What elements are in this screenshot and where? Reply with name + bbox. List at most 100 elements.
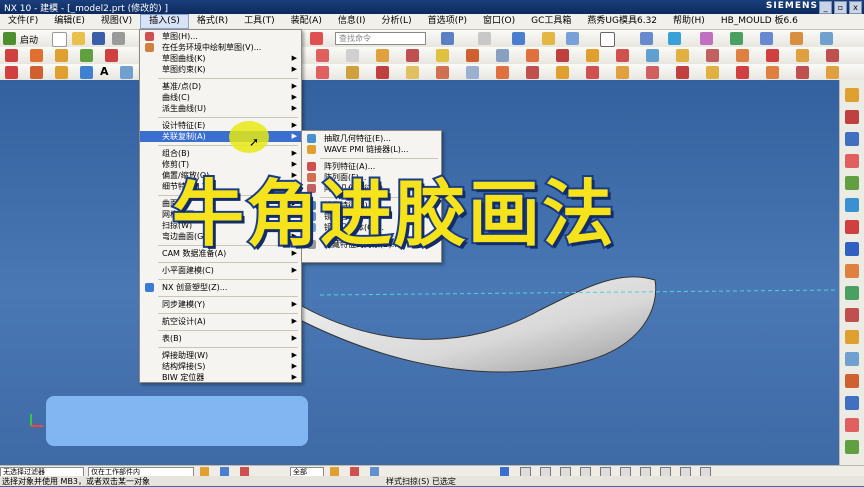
surface-icon-14[interactable]	[706, 49, 719, 62]
menu-file[interactable]: 文件(F)	[0, 14, 46, 29]
menu-item-sketch[interactable]: 草图(H)...	[140, 31, 301, 42]
resource-icon-14[interactable]	[845, 374, 859, 388]
menu-item-associative-copy[interactable]: 关联复制(A) ▶	[140, 131, 301, 142]
point-icon[interactable]	[80, 66, 93, 79]
surface-icon-17[interactable]	[796, 49, 809, 62]
filter-icon[interactable]	[200, 467, 209, 476]
offset-curve-icon[interactable]	[120, 66, 133, 79]
surface-icon-15[interactable]	[736, 49, 749, 62]
minimize-button[interactable]: _	[819, 1, 832, 14]
start-button[interactable]: 启动	[20, 33, 38, 46]
curve-icon-1[interactable]	[316, 66, 329, 79]
menu-assembly[interactable]: 装配(A)	[283, 14, 330, 29]
menu-item-design-feature[interactable]: 设计特征(E) ▶	[140, 120, 301, 131]
curve-icon-9[interactable]	[556, 66, 569, 79]
select-icon[interactable]	[220, 467, 229, 476]
menu-item-curve[interactable]: 曲线(C) ▶	[140, 92, 301, 103]
tool-icon-c[interactable]	[700, 32, 713, 45]
layer-icon[interactable]	[542, 32, 555, 45]
curve-icon-18[interactable]	[826, 66, 839, 79]
menu-help[interactable]: 帮助(H)	[665, 14, 713, 29]
surface-icon-11[interactable]	[616, 49, 629, 62]
curve-icon-14[interactable]	[706, 66, 719, 79]
snap-end-icon[interactable]	[330, 467, 339, 476]
surface-icon-5[interactable]	[436, 49, 449, 62]
tool-icon-f[interactable]	[790, 32, 803, 45]
resource-icon-6[interactable]	[845, 198, 859, 212]
surface-icon-10[interactable]	[586, 49, 599, 62]
surface-icon-8[interactable]	[526, 49, 539, 62]
snap-center-icon[interactable]	[370, 467, 379, 476]
surface-icon-1[interactable]	[316, 49, 329, 62]
resource-icon-8[interactable]	[845, 242, 859, 256]
menu-item-sketch-curve[interactable]: 草图曲线(K) ▶	[140, 53, 301, 64]
view-icon[interactable]	[441, 32, 454, 45]
resource-icon-11[interactable]	[845, 308, 859, 322]
surface-icon-2[interactable]	[346, 49, 359, 62]
resource-icon-16[interactable]	[845, 418, 859, 432]
menu-window[interactable]: 窗口(O)	[475, 14, 523, 29]
surface-icon-9[interactable]	[556, 49, 569, 62]
snap-grid-icon[interactable]	[500, 467, 509, 476]
menu-item-facet-modeling[interactable]: 小平面建模(C) ▶	[140, 265, 301, 276]
menu-insert[interactable]: 插入(S)	[140, 14, 189, 29]
resource-icon-12[interactable]	[845, 330, 859, 344]
cut-icon[interactable]	[112, 32, 125, 45]
menu-item-biw-locator[interactable]: BIW 定位器 ▶	[140, 372, 301, 383]
surface-icon-16[interactable]	[766, 49, 779, 62]
tool-icon-e[interactable]	[760, 32, 773, 45]
frame-icon[interactable]	[600, 32, 615, 47]
curve-icon-10[interactable]	[586, 66, 599, 79]
menu-yanxiu-mold[interactable]: 燕秀UG模具6.32	[579, 14, 665, 29]
resource-icon-4[interactable]	[845, 154, 859, 168]
tool-icon-a[interactable]	[640, 32, 653, 45]
curve-icon-4[interactable]	[406, 66, 419, 79]
extrude-icon[interactable]	[30, 49, 43, 62]
menu-information[interactable]: 信息(I)	[330, 14, 374, 29]
menu-item-derived-curve[interactable]: 派生曲线(U) ▶	[140, 103, 301, 114]
snap-point-icon[interactable]	[240, 467, 249, 476]
arc-icon[interactable]	[30, 66, 43, 79]
save-icon[interactable]	[92, 32, 105, 45]
curve-icon-3[interactable]	[376, 66, 389, 79]
hole-icon[interactable]	[80, 49, 93, 62]
resource-icon-5[interactable]	[845, 176, 859, 190]
curve-icon-6[interactable]	[466, 66, 479, 79]
spline-icon[interactable]	[55, 66, 68, 79]
surface-icon-18[interactable]	[826, 49, 839, 62]
menu-item-structure-weld[interactable]: 结构焊接(S) ▶	[140, 361, 301, 372]
curve-icon-2[interactable]	[346, 66, 359, 79]
menu-analysis[interactable]: 分析(L)	[374, 14, 420, 29]
surface-icon-13[interactable]	[676, 49, 689, 62]
orient-icon[interactable]	[566, 32, 579, 45]
toolbar-icon-1[interactable]	[310, 32, 323, 45]
curve-icon-17[interactable]	[796, 66, 809, 79]
menu-item-nx-realize-shape[interactable]: NX 创意塑型(Z)...	[140, 282, 301, 293]
render-icon[interactable]	[478, 32, 491, 45]
resource-icon-10[interactable]	[845, 286, 859, 300]
menu-edit[interactable]: 编辑(E)	[46, 14, 93, 29]
search-command-input[interactable]: 查找命令	[335, 32, 426, 45]
resource-icon-1[interactable]	[845, 88, 859, 102]
boolean-icon[interactable]	[105, 49, 118, 62]
new-file-icon[interactable]	[52, 32, 67, 47]
menu-gc-toolbox[interactable]: GC工具箱	[523, 14, 579, 29]
resource-icon-7[interactable]	[845, 220, 859, 234]
menu-preferences[interactable]: 首选项(P)	[420, 14, 475, 29]
curve-icon-7[interactable]	[496, 66, 509, 79]
menu-item-table[interactable]: 表(B) ▶	[140, 333, 301, 344]
resource-icon-2[interactable]	[845, 110, 859, 124]
surface-icon-4[interactable]	[406, 49, 419, 62]
menu-item-combine[interactable]: 组合(B) ▶	[140, 148, 301, 159]
curve-icon-8[interactable]	[526, 66, 539, 79]
surface-icon-6[interactable]	[466, 49, 479, 62]
revolve-icon[interactable]	[55, 49, 68, 62]
curve-icon-13[interactable]	[676, 66, 689, 79]
curve-icon-12[interactable]	[646, 66, 659, 79]
snap-mid-icon[interactable]	[350, 467, 359, 476]
tool-icon-d[interactable]	[730, 32, 743, 45]
restore-button[interactable]: ▫	[834, 1, 847, 14]
menu-item-datum-point[interactable]: 基准/点(D) ▶	[140, 81, 301, 92]
open-folder-icon[interactable]	[72, 32, 85, 45]
submenu-wave-pmi-linker[interactable]: WAVE PMI 链接器(L)...	[302, 144, 441, 155]
